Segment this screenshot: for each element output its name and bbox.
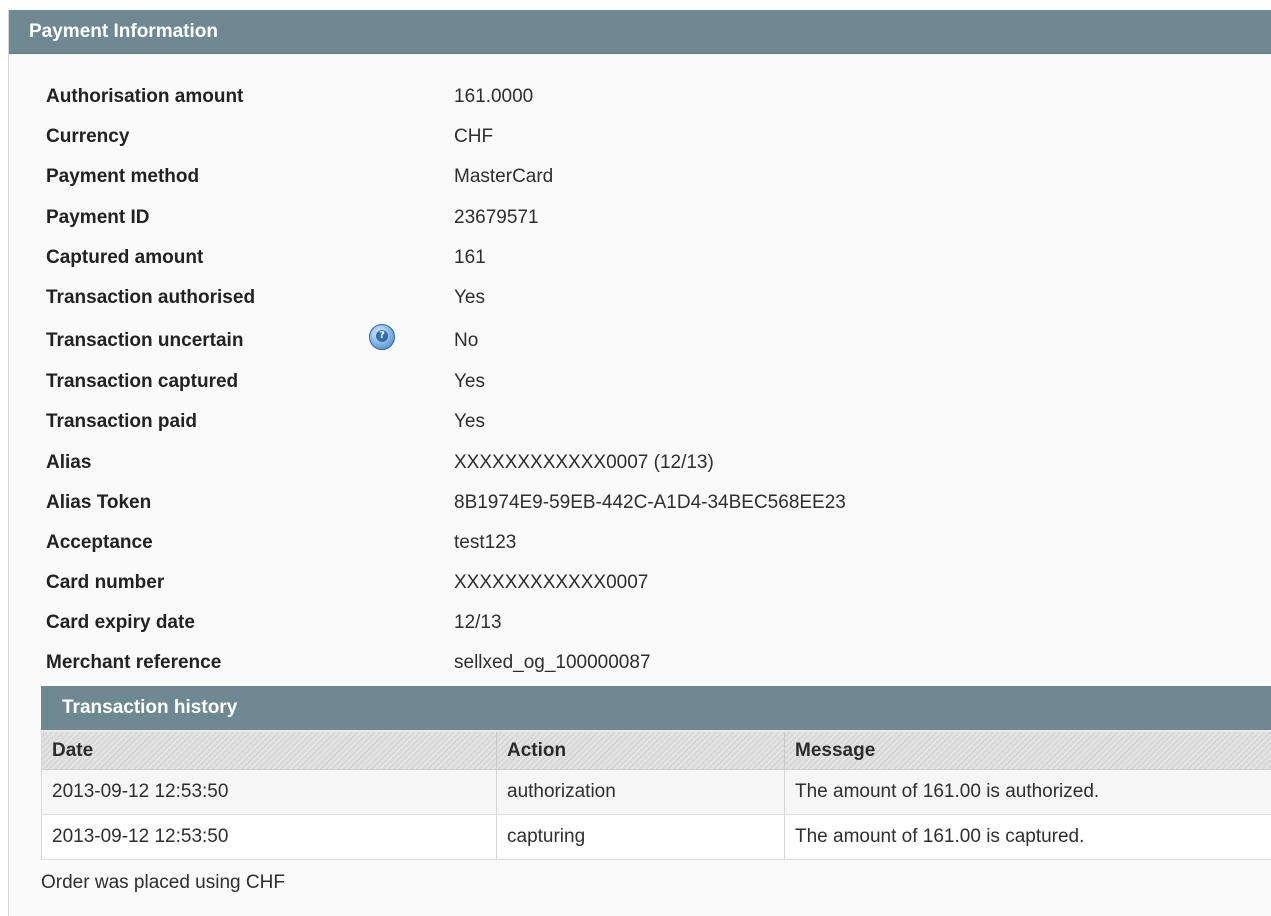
info-value: 23679571	[454, 206, 539, 228]
column-header-message[interactable]: Message	[784, 732, 1271, 770]
info-label: Transaction paid	[46, 411, 197, 433]
info-row-transaction-paid: Transaction paid Yes	[9, 403, 1271, 443]
info-label: Card expiry date	[46, 612, 195, 634]
info-value: No	[454, 330, 479, 352]
info-row-alias: Alias XXXXXXXXXXXX0007 (12/13)	[9, 444, 1271, 484]
info-value: CHF	[454, 126, 494, 148]
cell-date: 2013-09-12 12:53:50	[41, 769, 497, 815]
info-label: Transaction captured	[46, 371, 239, 393]
info-label: Card number	[46, 572, 165, 594]
payment-information-panel: Payment Information Authorisation amount…	[8, 10, 1271, 916]
info-row-payment-id: Payment ID 23679571	[9, 199, 1271, 239]
info-row-transaction-authorised: Transaction authorised Yes	[9, 279, 1271, 319]
info-label: Alias Token	[46, 491, 152, 513]
info-value: 161.0000	[454, 86, 534, 107]
info-value: 8B1974E9-59EB-442C-A1D4-34BEC568EE23	[454, 491, 846, 513]
cell-action: capturing	[496, 814, 785, 860]
cell-action: authorization	[496, 769, 785, 815]
info-value: XXXXXXXXXXXX0007 (12/13)	[454, 451, 714, 473]
info-row-acceptance: Acceptance test123	[9, 524, 1271, 564]
table-header-row: Date Action Message	[41, 732, 1271, 770]
info-value: Yes	[454, 371, 485, 393]
cell-message: The amount of 161.00 is authorized.	[784, 769, 1271, 815]
table-row: 2013-09-12 12:53:50 capturing The amount…	[41, 814, 1271, 860]
info-row-card-number: Card number XXXXXXXXXXXX0007	[9, 564, 1271, 604]
info-row-merchant-reference: Merchant reference sellxed_og_100000087	[9, 644, 1271, 684]
help-icon[interactable]: ?	[369, 324, 395, 351]
info-label: Payment method	[46, 166, 200, 188]
info-value: Yes	[454, 286, 485, 308]
info-value: 161	[454, 246, 486, 268]
cell-message: The amount of 161.00 is captured.	[784, 814, 1271, 860]
info-row-alias-token: Alias Token 8B1974E9-59EB-442C-A1D4-34BE…	[9, 484, 1271, 524]
column-header-action[interactable]: Action	[496, 732, 785, 770]
info-label: Transaction uncertain	[46, 330, 244, 352]
info-row-authorisation-amount: Authorisation amount 161.0000	[9, 78, 1271, 118]
info-value: sellxed_og_100000087	[454, 652, 651, 674]
info-value: test123	[454, 531, 517, 553]
column-header-date[interactable]: Date	[41, 732, 497, 770]
info-label: Acceptance	[46, 531, 153, 553]
info-label: Merchant reference	[46, 652, 222, 674]
info-value: MasterCard	[454, 166, 554, 188]
transaction-history-section: Transaction history Date Action Message …	[41, 686, 1271, 860]
transaction-history-title: Transaction history	[41, 686, 1271, 732]
transaction-history-table: Date Action Message 2013-09-12 12:53:50 …	[41, 732, 1271, 860]
info-label: Captured amount	[46, 246, 204, 268]
info-label: Payment ID	[46, 206, 150, 228]
info-label: Currency	[46, 126, 130, 148]
cell-date: 2013-09-12 12:53:50	[41, 814, 497, 860]
question-mark-glyph: ?	[376, 330, 388, 343]
info-label: Alias	[46, 451, 92, 473]
info-label: Transaction authorised	[46, 286, 256, 308]
payment-info-list: Authorisation amount 161.0000 Currency C…	[9, 78, 1271, 685]
panel-title: Payment Information	[9, 10, 1271, 54]
info-row-transaction-captured: Transaction captured Yes	[9, 363, 1271, 403]
order-currency-note: Order was placed using CHF	[41, 872, 285, 893]
info-value: 12/13	[454, 612, 502, 634]
info-row-card-expiry-date: Card expiry date 12/13	[9, 604, 1271, 644]
info-value: Yes	[454, 411, 485, 433]
info-value: XXXXXXXXXXXX0007	[454, 572, 649, 594]
table-row: 2013-09-12 12:53:50 authorization The am…	[41, 769, 1271, 815]
info-row-transaction-uncertain: Transaction uncertain ? No	[9, 319, 1271, 363]
info-row-captured-amount: Captured amount 161	[9, 239, 1271, 279]
info-label: Authorisation amount	[46, 86, 244, 107]
info-row-currency: Currency CHF	[9, 118, 1271, 158]
info-row-payment-method: Payment method MasterCard	[9, 158, 1271, 198]
